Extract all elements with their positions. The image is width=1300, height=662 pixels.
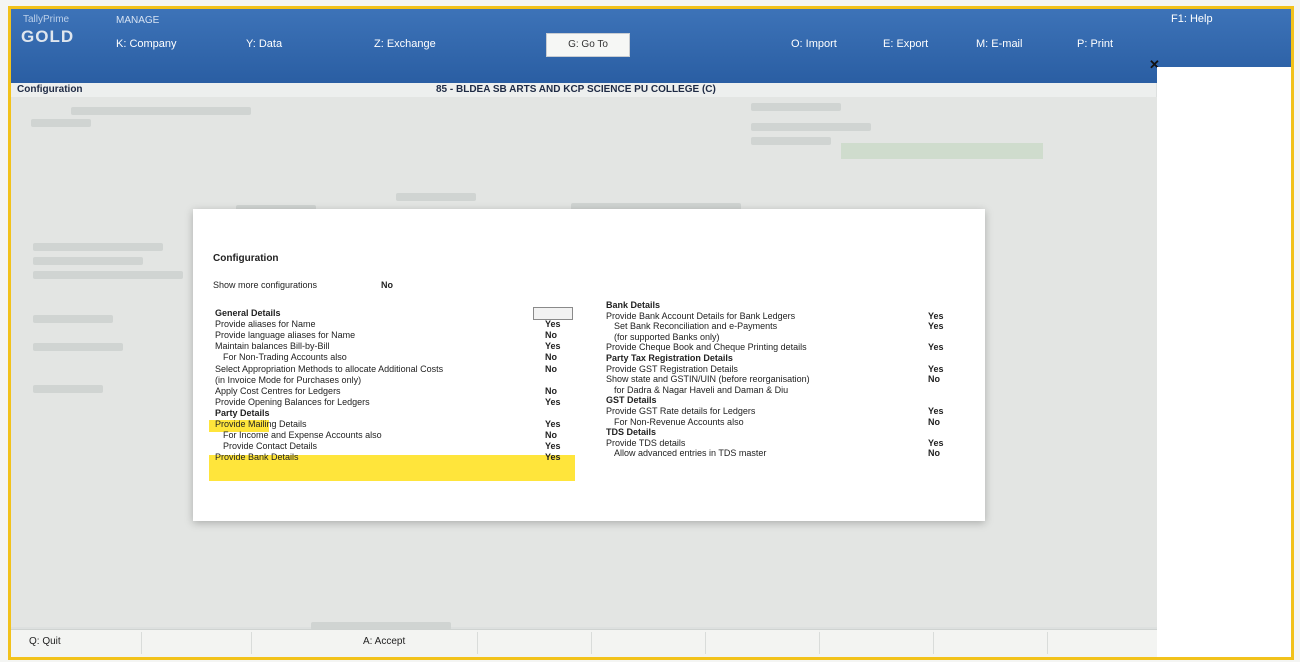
background-field — [841, 143, 1043, 159]
ghost-text — [33, 271, 183, 279]
divider — [819, 632, 820, 654]
left-value[interactable]: No — [545, 386, 557, 396]
ghost-text — [33, 385, 103, 393]
ghost-text — [751, 123, 871, 131]
right-label: for Dadra & Nagar Haveli and Daman & Diu — [614, 384, 789, 395]
right-label: For Non-Revenue Accounts also — [614, 416, 744, 427]
left-value[interactable]: No — [545, 330, 557, 340]
left-label: For Income and Expense Accounts also — [223, 430, 382, 441]
divider — [1047, 632, 1048, 654]
right-label: Bank Details — [606, 300, 661, 310]
left-value[interactable]: Yes — [545, 441, 561, 451]
right-label: Party Tax Registration Details — [606, 353, 733, 363]
ghost-text — [33, 243, 163, 251]
company-name: 85 - BLDEA SB ARTS AND KCP SCIENCE PU CO… — [436, 84, 716, 95]
right-label: Provide TDS details — [606, 437, 686, 448]
divider — [591, 632, 592, 654]
ghost-text — [31, 119, 91, 127]
right-label: Provide Bank Account Details for Bank Le… — [606, 310, 796, 321]
left-value[interactable]: No — [545, 430, 557, 440]
right-label: Provide GST Rate details for Ledgers — [606, 406, 756, 416]
divider — [141, 632, 142, 654]
export-menu[interactable]: E: Export — [883, 38, 928, 50]
quit-button[interactable]: Q: Quit — [29, 636, 61, 647]
left-label: General Details — [215, 308, 281, 318]
right-value[interactable]: No — [928, 448, 940, 458]
right-value[interactable]: Yes — [928, 364, 944, 374]
right-label: TDS Details — [606, 427, 657, 438]
right-label: Set Bank Reconciliation and e-Payments — [614, 321, 778, 332]
left-label: (in Invoice Mode for Purchases only) — [215, 374, 362, 385]
right-label: Provide Cheque Book and Cheque Printing … — [606, 342, 807, 353]
manage-label: MANAGE — [116, 15, 160, 26]
left-value[interactable]: Yes — [545, 319, 561, 329]
screen-title-bar: Configuration 85 - BLDEA SB ARTS AND KCP… — [11, 83, 1156, 97]
edition-label: GOLD — [21, 27, 75, 46]
right-value[interactable]: Yes — [928, 321, 944, 331]
left-value[interactable]: Yes — [545, 341, 561, 351]
show-more-label: Show more configurations — [213, 280, 318, 290]
right-value[interactable]: Yes — [928, 406, 944, 416]
left-label: Party Details — [215, 407, 270, 418]
button-panel — [1157, 67, 1291, 657]
data-menu[interactable]: Y: Data — [246, 38, 282, 50]
right-label: GST Details — [606, 395, 657, 406]
ghost-text — [396, 193, 476, 201]
email-menu[interactable]: M: E-mail — [976, 38, 1022, 50]
show-more-value[interactable]: No — [381, 280, 393, 290]
import-menu[interactable]: O: Import — [791, 38, 837, 50]
divider — [477, 632, 478, 654]
left-label: Select Appropriation Methods to allocate… — [215, 363, 444, 374]
left-value[interactable]: No — [545, 352, 557, 362]
configuration-dialog: Configuration Show more configurations N… — [193, 209, 985, 521]
ghost-text — [33, 257, 143, 265]
brand-label: TallyPrime — [23, 14, 70, 25]
left-value[interactable]: Yes — [545, 397, 561, 407]
left-value[interactable]: Yes — [545, 452, 561, 462]
divider — [705, 632, 706, 654]
ghost-text — [751, 137, 831, 145]
print-menu[interactable]: P: Print — [1077, 38, 1113, 50]
screen-title: Configuration — [17, 84, 83, 95]
left-label: Provide Opening Balances for Ledgers — [215, 396, 370, 407]
ghost-text — [33, 315, 113, 323]
bottom-bar: Q: Quit A: Accept — [11, 629, 1157, 657]
left-value[interactable]: Yes — [545, 419, 561, 429]
tally-window: TallyPrime GOLD MANAGE K: Company Y: Dat… — [8, 6, 1294, 660]
value-cursor — [533, 307, 573, 320]
right-label: Provide GST Registration Details — [606, 363, 738, 374]
right-value[interactable]: Yes — [928, 311, 944, 321]
ghost-text — [751, 103, 841, 111]
right-value[interactable]: Yes — [928, 342, 944, 352]
goto-button[interactable]: G: Go To — [546, 33, 630, 57]
top-menu-bar: TallyPrime GOLD MANAGE K: Company Y: Dat… — [11, 9, 1291, 83]
left-label: Maintain balances Bill-by-Bill — [215, 341, 330, 352]
left-value[interactable]: No — [545, 364, 557, 374]
dialog-title: Configuration — [213, 253, 279, 264]
ghost-text — [71, 107, 251, 115]
right-value[interactable]: No — [928, 374, 940, 384]
left-label: Provide aliases for Name — [215, 319, 316, 330]
left-label: For Non-Trading Accounts also — [223, 352, 347, 363]
exchange-menu[interactable]: Z: Exchange — [374, 38, 436, 50]
right-label: Allow advanced entries in TDS master — [614, 448, 767, 459]
left-label: Provide Contact Details — [223, 441, 318, 452]
company-menu[interactable]: K: Company — [116, 38, 177, 50]
ghost-text — [33, 343, 123, 351]
right-value[interactable]: Yes — [928, 438, 944, 448]
accept-button[interactable]: A: Accept — [363, 636, 405, 647]
right-label: Show state and GSTIN/UIN (before reorgan… — [606, 374, 810, 385]
divider — [933, 632, 934, 654]
left-label: Apply Cost Centres for Ledgers — [215, 385, 341, 396]
left-label: Provide Bank Details — [215, 452, 299, 463]
left-label: Provide language aliases for Name — [215, 330, 356, 341]
help-menu[interactable]: F1: Help — [1171, 13, 1213, 25]
left-label: Provide Mailing Details — [215, 419, 307, 429]
right-value[interactable]: No — [928, 417, 940, 427]
right-label: (for supported Banks only) — [614, 331, 720, 342]
divider — [251, 632, 252, 654]
